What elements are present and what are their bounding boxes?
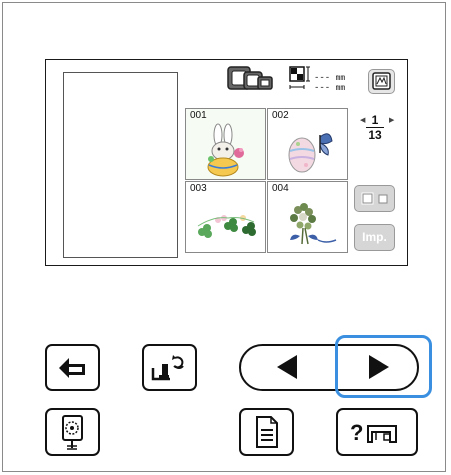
import-button[interactable]: Imp. xyxy=(354,224,395,251)
back-arrow-icon xyxy=(59,358,85,378)
bunny-icon xyxy=(207,123,244,177)
easter-egg-butterfly-icon xyxy=(288,133,333,173)
back-button[interactable] xyxy=(45,344,100,391)
pattern-number: 004 xyxy=(272,183,289,194)
pattern-tile-003[interactable]: 003 xyxy=(185,181,266,253)
pattern-number: 002 xyxy=(272,110,289,121)
presser-foot-rotate-icon xyxy=(151,355,184,381)
embroidery-frame-button[interactable] xyxy=(368,69,395,94)
presser-foot-button[interactable] xyxy=(142,344,197,391)
two-squares-icon xyxy=(361,192,388,205)
pattern-tile-001[interactable]: 001 xyxy=(185,108,266,180)
height-unit: mm xyxy=(335,74,346,83)
next-button-highlight xyxy=(335,335,432,398)
pattern-tile-002[interactable]: 002 xyxy=(267,108,348,180)
embroidery-button[interactable] xyxy=(45,408,100,456)
embroidery-hoop-icon xyxy=(62,415,83,450)
width-value: --- xyxy=(314,83,331,93)
height-value: --- xyxy=(314,73,331,83)
flower-bouquet-icon xyxy=(290,203,337,245)
pattern-size-icon xyxy=(289,66,310,89)
svg-text:?: ? xyxy=(350,420,363,445)
pattern-number: 003 xyxy=(190,183,207,194)
width-readout: --- mm xyxy=(314,83,345,94)
page-current: 1 xyxy=(366,114,384,128)
page-total: 13 xyxy=(368,128,382,142)
layout-toggle-button[interactable] xyxy=(354,185,395,212)
document-list-icon xyxy=(256,416,278,448)
triangle-left-icon xyxy=(277,355,297,379)
previous-button[interactable] xyxy=(241,346,335,389)
pattern-tile-004[interactable]: 004 xyxy=(267,181,348,253)
width-unit: mm xyxy=(335,84,346,93)
frame-display-icon xyxy=(372,72,391,90)
document-button[interactable] xyxy=(239,408,294,456)
help-button[interactable]: ? xyxy=(336,408,418,456)
page-indicator: 1 13 xyxy=(355,114,395,142)
help-machine-icon: ? xyxy=(350,420,397,445)
pattern-number: 001 xyxy=(190,110,207,121)
shamrock-garland-icon xyxy=(197,215,256,238)
pattern-preview-area xyxy=(63,72,178,258)
hoop-size-icon xyxy=(227,66,273,90)
